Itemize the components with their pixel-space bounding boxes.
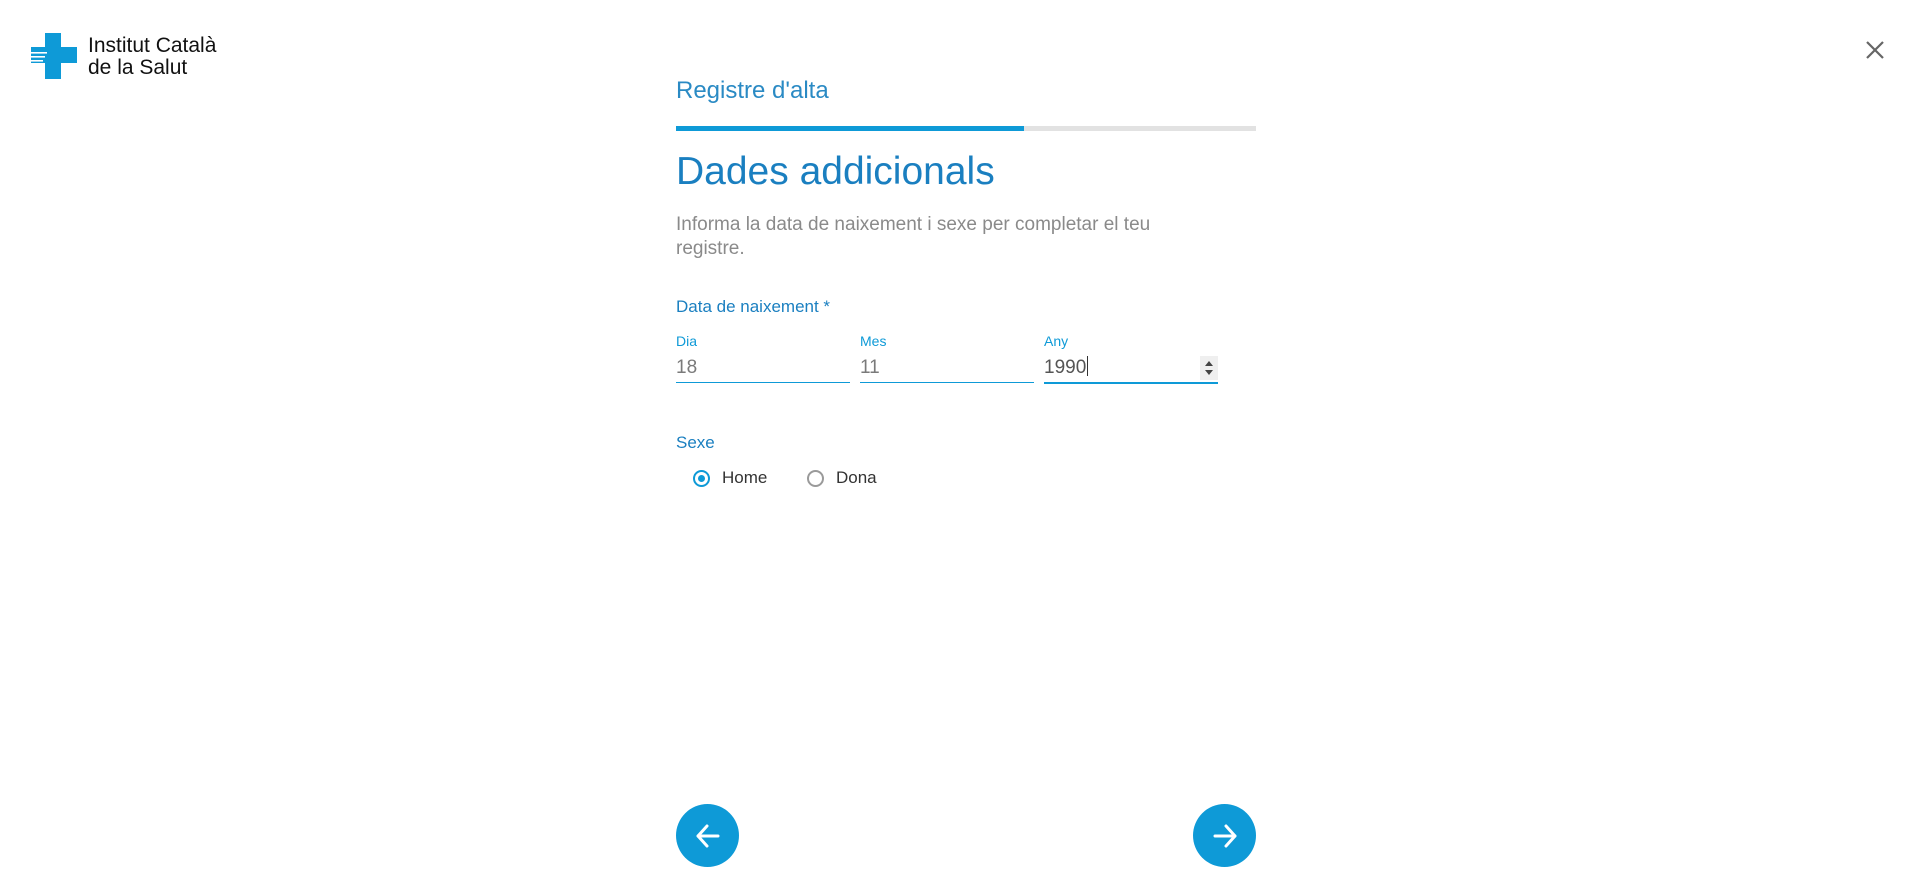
radio-dona-label: Dona <box>836 468 877 487</box>
year-spinner[interactable] <box>1200 356 1218 380</box>
ics-logo: Institut Català de la Salut <box>31 33 216 79</box>
back-button[interactable] <box>676 804 739 867</box>
day-field: Dia 18 <box>676 332 850 386</box>
year-field: Any 1990 <box>1044 332 1218 386</box>
arrow-left-icon <box>696 824 719 847</box>
radio-home-circle[interactable] <box>693 469 710 487</box>
day-value: 18 <box>676 357 698 378</box>
spin-up-icon[interactable] <box>1205 361 1213 366</box>
year-label: Any <box>1044 333 1069 349</box>
year-value: 1990 <box>1044 357 1087 378</box>
year-input[interactable]: 1990 <box>1044 354 1218 384</box>
cross-logo-icon <box>31 33 77 79</box>
next-button[interactable] <box>1193 804 1256 867</box>
logo-line-1: Institut Català <box>88 34 217 57</box>
sex-label: Sexe <box>676 433 715 452</box>
page-title: Dades addicionals <box>676 150 995 193</box>
month-field: Mes 11 <box>860 332 1034 386</box>
logo-line-2: de la Salut <box>88 56 188 79</box>
page-description: Informa la data de naixement i sexe per … <box>676 214 1151 259</box>
birthdate-label: Data de naixement * <box>676 297 831 316</box>
day-input[interactable]: 18 <box>676 354 850 383</box>
progress-fill <box>676 126 1024 131</box>
arrow-right-icon <box>1213 824 1236 847</box>
month-input[interactable]: 11 <box>860 354 1034 383</box>
spin-down-icon[interactable] <box>1205 370 1213 375</box>
radio-home[interactable]: Home <box>693 468 767 488</box>
radio-dona-circle[interactable] <box>807 469 824 487</box>
logo-text: Institut Català de la Salut <box>88 35 216 79</box>
progress-bar <box>676 126 1256 131</box>
registration-page: Institut Català de la Salut Registre d'a… <box>0 0 1920 894</box>
radio-dona[interactable]: Dona <box>807 468 877 488</box>
month-value: 11 <box>860 357 880 378</box>
close-button[interactable] <box>1862 37 1888 63</box>
text-caret <box>1087 356 1089 377</box>
radio-home-label: Home <box>722 468 768 487</box>
step-eyebrow: Registre d'alta <box>676 77 829 104</box>
day-label: Dia <box>676 333 698 349</box>
month-label: Mes <box>860 333 887 349</box>
close-icon <box>1866 41 1884 59</box>
